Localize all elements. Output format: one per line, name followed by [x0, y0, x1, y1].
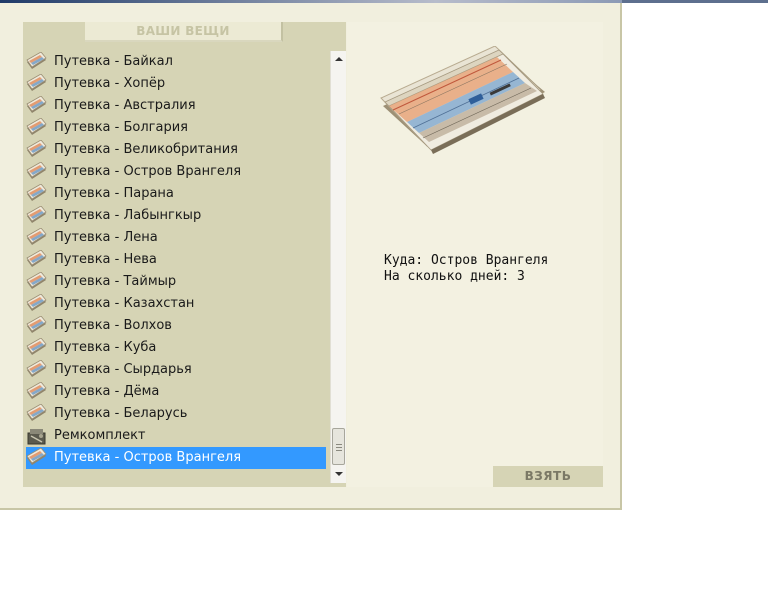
list-item[interactable]: Путевка - Дёма — [26, 381, 326, 403]
list-item[interactable]: Путевка - Парана — [26, 183, 326, 205]
list-item[interactable]: Путевка - Беларусь — [26, 403, 326, 425]
list-item[interactable]: Путевка - Байкал — [26, 51, 326, 73]
item-details-panel: Куда: Остров Врангеля На сколько дней: 3 — [347, 22, 603, 487]
list-item-selected[interactable]: Путевка - Остров Врангеля — [26, 447, 326, 469]
destination-text: Куда: Остров Врангеля — [384, 253, 549, 268]
list-item[interactable]: Путевка - Хопёр — [26, 73, 326, 95]
items-panel: ВАШИ ВЕЩИ Путевка - Байкал Путевка - Хопё… — [23, 22, 346, 487]
scroll-up-arrow-icon[interactable] — [335, 57, 343, 61]
list-item-label: Путевка - Болгария — [54, 120, 188, 135]
list-item[interactable]: Путевка - Лабынгкыр — [26, 205, 326, 227]
list-item[interactable]: Путевка - Казахстан — [26, 293, 326, 315]
list-item-label: Путевка - Великобритания — [54, 142, 238, 157]
take-button[interactable]: ВЗЯТЬ — [493, 466, 603, 487]
list-item[interactable]: Путевка - Великобритания — [26, 139, 326, 161]
list-item-label: Путевка - Австралия — [54, 98, 196, 113]
list-item[interactable]: Путевка - Нева — [26, 249, 326, 271]
list-item[interactable]: Путевка - Сырдарья — [26, 359, 326, 381]
list-item-label: Путевка - Волхов — [54, 318, 172, 333]
items-list[interactable]: Путевка - Байкал Путевка - Хопёр Путевка -… — [23, 51, 330, 483]
list-item[interactable]: Путевка - Волхов — [26, 315, 326, 337]
list-item-label: Путевка - Сырдарья — [54, 362, 192, 377]
list-item-label: Путевка - Дёма — [54, 384, 160, 399]
list-item-label: Путевка - Лена — [54, 230, 158, 245]
list-item-label: Путевка - Казахстан — [54, 296, 195, 311]
scrollbar-thumb[interactable] — [332, 428, 345, 465]
list-item-label: Путевка - Хопёр — [54, 76, 166, 91]
scroll-down-arrow-icon[interactable] — [335, 472, 343, 476]
list-item[interactable]: Путевка - Болгария — [26, 117, 326, 139]
list-item-label: Путевка - Таймыр — [54, 274, 177, 289]
list-item-label: Путевка - Остров Врангеля — [54, 164, 242, 179]
list-item[interactable]: Путевка - Австралия — [26, 95, 326, 117]
scrollbar[interactable] — [330, 51, 346, 483]
list-item-label: Путевка - Байкал — [54, 54, 173, 69]
list-item-label: Ремкомплект — [54, 428, 146, 443]
list-item[interactable]: Путевка - Куба — [26, 337, 326, 359]
panel-title: ВАШИ ВЕЩИ — [85, 22, 283, 42]
duration-text: На сколько дней: 3 — [384, 269, 525, 284]
list-item[interactable]: Путевка - Таймыр — [26, 271, 326, 293]
list-item-label: Путевка - Куба — [54, 340, 157, 355]
list-item[interactable]: Путевка - Лена — [26, 227, 326, 249]
list-item-label: Путевка - Лабынгкыр — [54, 208, 202, 223]
list-item-label: Путевка - Нева — [54, 252, 157, 267]
ticket-bundle-image — [380, 46, 545, 154]
list-item[interactable]: Ремкомплект — [26, 425, 326, 447]
list-item-label: Путевка - Парана — [54, 186, 174, 201]
item-details: Куда: Остров Врангеля На сколько дней: 3 — [384, 253, 548, 285]
list-item[interactable]: Путевка - Остров Врангеля — [26, 161, 326, 183]
list-item-label: Путевка - Беларусь — [54, 406, 188, 421]
list-item-label: Путевка - Остров Врангеля — [54, 450, 242, 465]
